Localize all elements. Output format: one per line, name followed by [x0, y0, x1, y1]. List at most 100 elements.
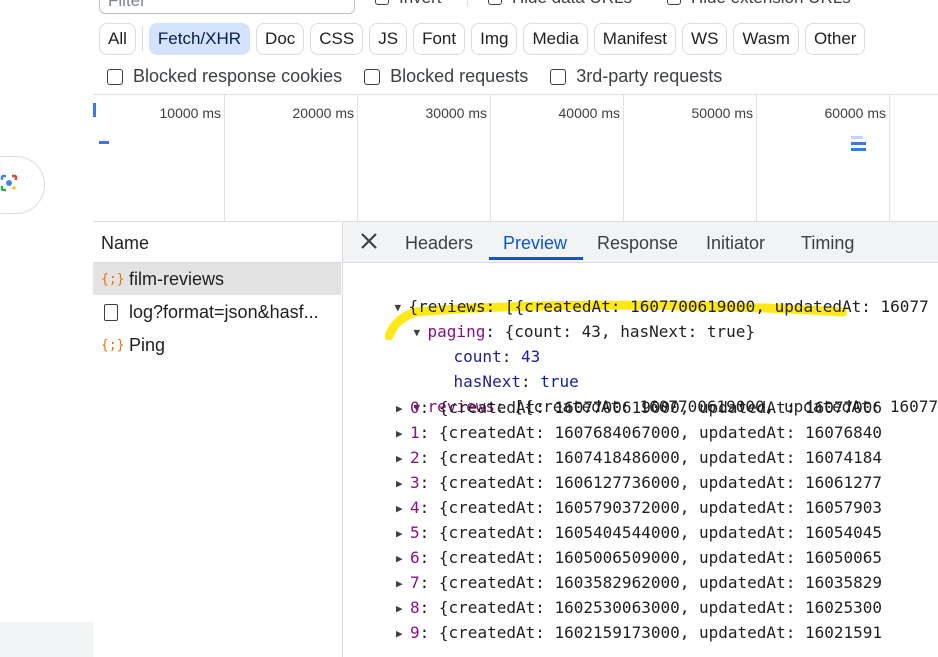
chip-img[interactable]: Img [471, 23, 518, 55]
chip-ws[interactable]: WS [682, 23, 728, 55]
json-index: 3 [410, 473, 420, 492]
tab-headers[interactable]: Headers [405, 233, 473, 254]
chip-separator [141, 27, 143, 51]
tick-line [357, 95, 358, 221]
expand-triangle-icon[interactable]: ▶ [396, 447, 410, 471]
page-left-area [0, 0, 93, 657]
json-array-item[interactable]: ▶ 8: {createdAt: 1602530063000, updatedAt… [396, 596, 882, 620]
json-summary: {count: 43, hasNext: true} [504, 322, 756, 341]
checkbox-label: Blocked response cookies [133, 66, 343, 86]
chip-wasm[interactable]: Wasm [733, 23, 799, 55]
request-row-ping[interactable]: {;} Ping [93, 329, 341, 361]
json-value: 1605790372000 [554, 498, 680, 517]
json-array-item[interactable]: ▶ 2: {createdAt: 1607418486000, updatedAt… [396, 446, 882, 470]
expand-triangle-icon[interactable]: ▶ [396, 397, 410, 421]
json-value: 16025300 [804, 598, 883, 617]
json-hasnext-line: hasNext: true [453, 372, 579, 391]
tick-label: 50000 ms [691, 105, 753, 121]
expand-triangle-icon[interactable]: ▶ [396, 497, 410, 521]
json-value: 16061277 [804, 473, 883, 492]
json-value: 1602530063000 [554, 598, 680, 617]
hide-data-urls-label: Hide data URLs [512, 0, 632, 8]
json-value: 16076840 [804, 423, 883, 442]
checkbox-box[interactable] [550, 68, 567, 85]
hide-extension-urls-checkbox[interactable]: Hide extension URLs [667, 0, 851, 8]
json-count-line: count: 43 [453, 347, 541, 366]
json-array-item[interactable]: ▶ 7: {createdAt: 1603582962000, updatedAt… [396, 571, 882, 595]
request-name: log?format=json&hasf... [129, 301, 319, 322]
expand-triangle-icon[interactable]: ▶ [396, 522, 410, 546]
expand-triangle-icon[interactable]: ▶ [396, 597, 410, 621]
filter-input[interactable]: Filter [99, 0, 355, 14]
tab-initiator[interactable]: Initiator [706, 233, 765, 254]
blocked-requests-checkbox[interactable]: Blocked requests [364, 66, 528, 87]
json-index: 2 [410, 448, 420, 467]
expand-triangle-icon[interactable]: ▶ [396, 572, 410, 596]
json-array-item[interactable]: ▶ 5: {createdAt: 1605404544000, updatedAt… [396, 521, 882, 545]
hide-data-urls-checkbox[interactable]: Hide data URLs [488, 0, 632, 8]
json-array-item[interactable]: ▶ 6: {createdAt: 1605006509000, updatedAt… [396, 546, 882, 570]
checkbox-box[interactable] [364, 68, 381, 85]
json-root-line[interactable]: ▼ {reviews: [{createdAt: 1607700619000, u… [356, 271, 929, 316]
close-icon[interactable] [358, 230, 380, 252]
tab-timing[interactable]: Timing [801, 233, 854, 254]
name-column-header[interactable]: Name [93, 221, 341, 263]
expand-triangle-icon[interactable]: ▶ [396, 547, 410, 571]
document-icon [104, 303, 118, 321]
chip-all[interactable]: All [99, 23, 136, 55]
json-index: 6 [410, 548, 420, 567]
json-value: 16074184 [804, 448, 883, 467]
checkbox-box[interactable] [107, 68, 123, 85]
active-tab-indicator [489, 257, 583, 260]
panel-splitter[interactable] [342, 221, 343, 657]
json-value: 16021591 [804, 623, 883, 642]
chip-manifest[interactable]: Manifest [593, 23, 677, 55]
request-row-log[interactable]: log?format=json&hasf... [93, 296, 341, 328]
json-paging-line[interactable]: ▼ paging: {count: 43, hasNext: true} [375, 296, 756, 341]
json-array-item[interactable]: ▶ 9: {createdAt: 1602159173000, updatedAt… [396, 621, 882, 645]
json-index: 1 [410, 423, 420, 442]
json-array-item[interactable]: ▶ 1: {createdAt: 1607684067000, updatedAt… [396, 421, 882, 445]
chip-other[interactable]: Other [804, 23, 866, 55]
json-value: 1603582962000 [554, 573, 680, 592]
tick-label: 30000 ms [425, 105, 487, 121]
json-array-item[interactable]: ▶ 3: {createdAt: 1606127736000, updatedAt… [396, 471, 882, 495]
json-value: 1606127736000 [554, 473, 680, 492]
json-index: 8 [410, 598, 420, 617]
expand-triangle-icon[interactable]: ▶ [396, 622, 410, 646]
tick-label: 40000 ms [558, 105, 620, 121]
json-reviews-line[interactable]: ▼ reviews: [{createdAt: 1607700619000, up… [375, 371, 938, 416]
request-bar [851, 142, 866, 145]
tab-preview[interactable]: Preview [503, 233, 567, 254]
invert-checkbox[interactable]: Invert [375, 0, 442, 8]
json-value: 1605404544000 [554, 523, 680, 542]
chip-doc[interactable]: Doc [256, 23, 305, 55]
json-index: 4 [410, 498, 420, 517]
expand-triangle-icon[interactable]: ▶ [396, 472, 410, 496]
chip-font[interactable]: Font [413, 23, 466, 55]
invert-checkbox-box[interactable] [375, 0, 389, 5]
invert-label: Invert [399, 0, 442, 8]
tab-response[interactable]: Response [597, 233, 678, 254]
hide-extension-urls-box[interactable] [667, 0, 681, 5]
chip-fetch-xhr[interactable]: Fetch/XHR [148, 23, 251, 55]
timeline-selection-handle[interactable] [93, 103, 96, 117]
blocked-filters-row: Blocked response cookies Blocked request… [107, 66, 744, 87]
chip-js[interactable]: JS [369, 23, 408, 55]
chip-css[interactable]: CSS [310, 23, 364, 55]
hide-data-urls-box[interactable] [488, 0, 502, 5]
chip-media[interactable]: Media [523, 23, 588, 55]
name-column-label: Name [101, 233, 150, 253]
network-overview[interactable]: 10000 ms 20000 ms 30000 ms 40000 ms 5000… [93, 94, 938, 221]
json-array-item[interactable]: ▶ 0: {createdAt: 1607700619000, updatedAt… [396, 396, 882, 420]
json-value: 1607418486000 [554, 448, 680, 467]
third-party-requests-checkbox[interactable]: 3rd-party requests [550, 66, 722, 87]
expand-triangle-icon[interactable]: ▶ [396, 422, 410, 446]
request-row-film-reviews[interactable]: {;} film-reviews [93, 263, 341, 295]
request-name: film-reviews [129, 268, 225, 289]
checkbox-label: Blocked requests [390, 66, 529, 86]
json-array-item[interactable]: ▶ 4: {createdAt: 1605790372000, updatedAt… [396, 496, 882, 520]
blocked-response-cookies-checkbox[interactable]: Blocked response cookies [107, 66, 342, 87]
hide-extension-urls-label: Hide extension URLs [691, 0, 851, 8]
fetch-xhr-icon: {;} [101, 271, 125, 287]
